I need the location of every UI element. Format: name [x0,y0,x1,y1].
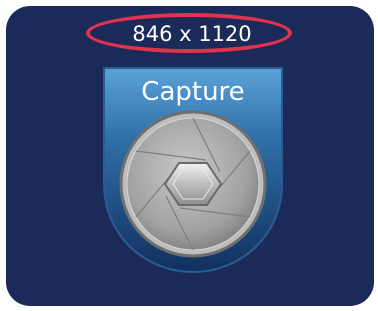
camera-aperture-icon [119,110,267,258]
resolution-label: 846 x 1120 [132,22,252,46]
capture-label: Capture [141,77,244,107]
camera-panel: 846 x 1120 Capture [6,6,374,306]
capture-button[interactable]: Capture [100,66,286,276]
